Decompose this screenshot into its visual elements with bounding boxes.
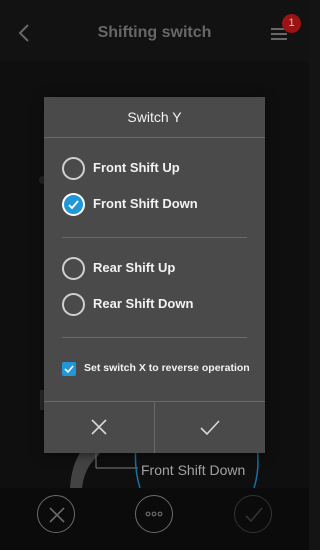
title-divider (44, 137, 265, 138)
check-icon (68, 200, 79, 210)
checkbox-label: Set switch X to reverse operation (84, 362, 250, 374)
app-header: Shifting switch 1 (0, 0, 309, 62)
radio-button[interactable] (62, 293, 85, 316)
footer-confirm-button[interactable] (234, 495, 272, 533)
option-label: Front Shift Up (93, 160, 180, 175)
more-icon (145, 511, 163, 517)
bottom-toolbar (0, 488, 309, 550)
radio-button[interactable] (62, 257, 85, 280)
check-icon (64, 365, 74, 374)
option-front-shift-up[interactable]: Front Shift Up (62, 157, 252, 183)
confirm-button[interactable] (155, 402, 265, 453)
dialog-title: Switch Y (127, 109, 182, 125)
radio-button-checked[interactable] (62, 193, 85, 216)
option-rear-shift-up[interactable]: Rear Shift Up (62, 257, 252, 283)
radio-button[interactable] (62, 157, 85, 180)
group-divider (62, 337, 247, 338)
footer-more-button[interactable] (135, 495, 173, 533)
reverse-operation-checkbox[interactable] (62, 362, 76, 376)
cancel-button[interactable] (44, 402, 154, 453)
page-title: Shifting switch (97, 24, 212, 41)
check-icon (245, 507, 263, 523)
close-icon (91, 419, 107, 435)
option-label: Rear Shift Up (93, 260, 176, 275)
group-divider (62, 237, 247, 238)
option-label: Front Shift Down (93, 196, 198, 211)
notification-badge: 1 (282, 14, 301, 33)
option-label: Rear Shift Down (93, 296, 194, 311)
reverse-operation-checkbox-row[interactable]: Set switch X to reverse operation (62, 361, 262, 377)
background-switch-label: Front Shift Down (141, 462, 246, 478)
option-front-shift-down[interactable]: Front Shift Down (62, 193, 252, 219)
close-icon (49, 507, 65, 523)
check-icon (200, 420, 220, 436)
footer-close-button[interactable] (37, 495, 75, 533)
dialog-actions (44, 402, 265, 453)
option-rear-shift-down[interactable]: Rear Shift Down (62, 293, 252, 319)
switch-y-dialog: Switch Y Front Shift Up Front Shift Down… (44, 97, 265, 453)
